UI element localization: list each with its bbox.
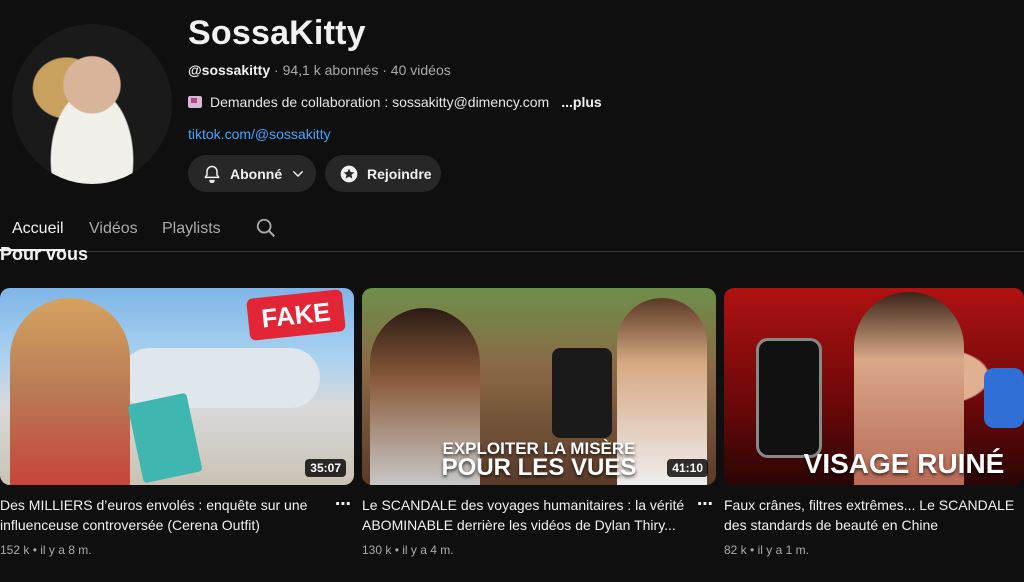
section-title: Pour vous: [0, 244, 89, 264]
thumbnail-text: VISAGE RUINÉ: [803, 448, 1005, 479]
phone-shape: [756, 338, 822, 458]
fake-tag: FAKE: [246, 289, 346, 341]
video-title[interactable]: Des MILLIERS d’euros envolés : enquête s…: [0, 495, 330, 535]
channel-meta: @sossakitty · 94,1 k abonnés · 40 vidéos: [188, 62, 451, 78]
search-icon[interactable]: [255, 217, 277, 244]
video-stats: 152 k • il y a 8 m.: [0, 543, 92, 557]
join-button[interactable]: Rejoindre: [325, 155, 441, 192]
more-vert-icon[interactable]: ⋯: [335, 494, 352, 514]
subscriber-count: 94,1 k abonnés: [282, 62, 379, 78]
bell-icon: [202, 164, 222, 184]
video-thumbnail[interactable]: VISAGE RUINÉ: [724, 288, 1024, 485]
tab-playlists[interactable]: Playlists: [162, 220, 221, 238]
video-age: il y a 4 m.: [402, 543, 454, 557]
channel-name: SossaKitty: [188, 14, 366, 52]
airplane-shape: [120, 348, 320, 408]
video-title[interactable]: Faux crânes, filtres extrêmes... Le SCAN…: [724, 495, 1024, 535]
channel-tabs: Accueil Vidéos Playlists: [0, 206, 1024, 252]
description-text: Demandes de collaboration : sossakitty@d…: [210, 94, 550, 110]
thumbnail-text: POUR LES VUES: [441, 454, 637, 481]
video-stats: 82 k • il y a 1 m.: [724, 543, 809, 557]
tab-videos[interactable]: Vidéos: [89, 220, 138, 238]
video-card[interactable]: VISAGE RUINÉ Faux crânes, filtres extrêm…: [724, 288, 1024, 557]
phone-shape: [552, 348, 612, 438]
more-link[interactable]: ...plus: [561, 94, 601, 110]
person-shape: [10, 298, 130, 485]
video-title[interactable]: Le SCANDALE des voyages humanitaires : l…: [362, 495, 692, 535]
join-label: Rejoindre: [367, 165, 432, 182]
video-stats: 130 k • il y a 4 m.: [362, 543, 454, 557]
tab-home[interactable]: Accueil: [12, 220, 64, 238]
star-badge-icon: [339, 164, 359, 184]
glove-shape: [984, 368, 1024, 428]
meta-separator: ·: [274, 62, 283, 78]
video-card[interactable]: EXPLOITER LA MISÈRE POUR LES VUES 41:10 …: [362, 288, 716, 557]
video-age: il y a 1 m.: [757, 543, 809, 557]
channel-handle: @sossakitty: [188, 62, 271, 78]
video-thumbnail[interactable]: EXPLOITER LA MISÈRE POUR LES VUES 41:10: [362, 288, 716, 485]
video-thumbnail[interactable]: FAKE 35:07: [0, 288, 354, 485]
view-count: 152 k: [0, 543, 30, 557]
mail-icon: [188, 96, 202, 108]
video-age: il y a 8 m.: [40, 543, 92, 557]
video-card[interactable]: FAKE 35:07 Des MILLIERS d’euros envolés …: [0, 288, 354, 557]
chevron-down-icon: [290, 166, 306, 182]
channel-avatar[interactable]: [12, 24, 172, 184]
meta-separator: ·: [382, 62, 391, 78]
video-duration: 41:10: [667, 459, 708, 477]
channel-description[interactable]: Demandes de collaboration : sossakitty@d…: [188, 94, 602, 110]
video-duration: 35:07: [305, 459, 346, 477]
channel-link[interactable]: tiktok.com/@sossakitty: [188, 126, 331, 142]
view-count: 82 k: [724, 543, 747, 557]
more-vert-icon[interactable]: ⋯: [697, 494, 714, 514]
view-count: 130 k: [362, 543, 392, 557]
video-count: 40 vidéos: [390, 62, 451, 78]
subscribed-button[interactable]: Abonné: [188, 155, 316, 192]
subscribed-label: Abonné: [230, 165, 283, 182]
